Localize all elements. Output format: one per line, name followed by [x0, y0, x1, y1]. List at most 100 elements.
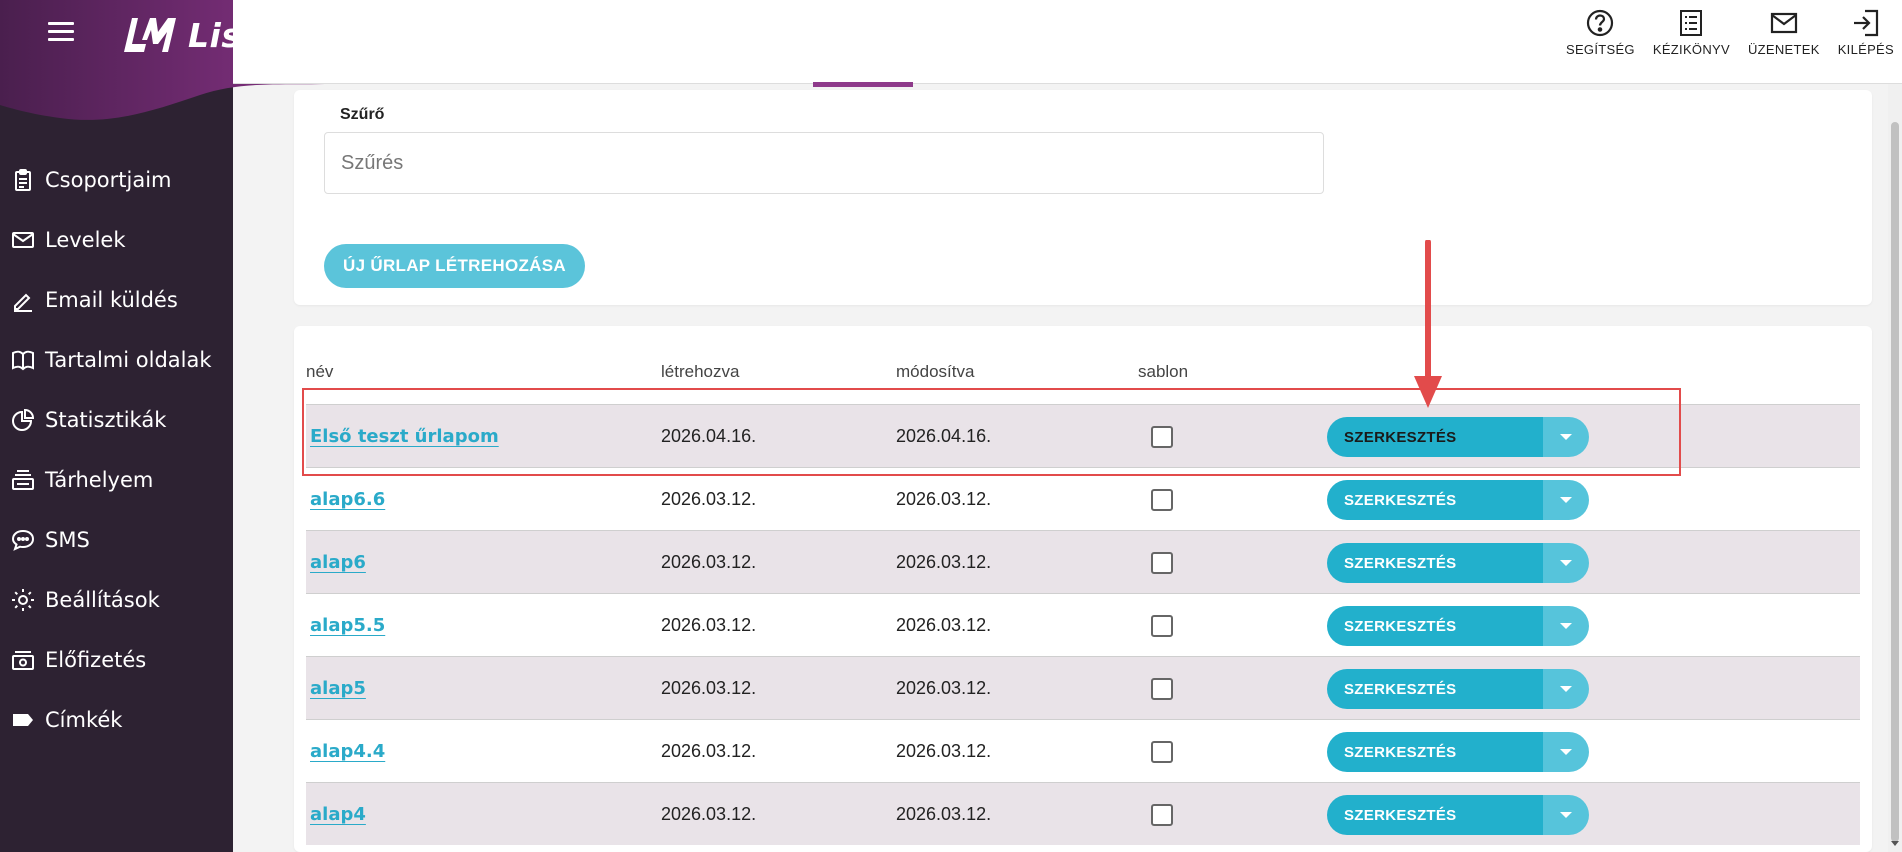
template-checkbox[interactable]: [1151, 614, 1173, 637]
form-name-link[interactable]: alap4.4: [310, 741, 385, 762]
edit-button[interactable]: SZERKESZTÉS: [1327, 669, 1543, 709]
sidebar-item-levelek[interactable]: Levelek: [0, 210, 233, 270]
table-row: Első teszt űrlapom 2026.04.16. 2026.04.1…: [306, 404, 1860, 467]
help-label: SEGÍTSÉG: [1565, 42, 1635, 57]
sidebar-item-label: Címkék: [45, 708, 123, 732]
tag-icon: [10, 707, 36, 733]
brand-name: ListaMester: [188, 15, 413, 55]
top-bar: SEGÍTSÉG KÉZIKÖNYV ÜZENETEK KILÉPÉS: [233, 0, 1902, 87]
logout-icon: [1853, 9, 1878, 37]
template-checkbox[interactable]: [1151, 488, 1173, 511]
table-header: név létrehozva módosítva sablon: [306, 362, 1860, 382]
messages-label: ÜZENETEK: [1747, 42, 1820, 57]
logout-label: KILÉPÉS: [1837, 42, 1894, 57]
caret-down-icon: [1560, 812, 1572, 818]
template-checkbox[interactable]: [1151, 425, 1173, 448]
sidebar-item-label: Statisztikák: [45, 408, 167, 432]
header-modified: módosítva: [896, 362, 975, 381]
modified-date: 2026.03.12.: [896, 804, 992, 824]
caret-down-icon: [1560, 623, 1572, 629]
manual-icon: [1680, 10, 1703, 36]
created-date: 2026.03.12.: [661, 615, 757, 635]
caret-down-icon: [1560, 434, 1572, 440]
form-name-link[interactable]: Első teszt űrlapom: [310, 426, 499, 447]
sidebar-item-elofizetes[interactable]: Előfizetés: [0, 630, 233, 690]
edit-button[interactable]: SZERKESZTÉS: [1327, 417, 1543, 457]
template-checkbox[interactable]: [1151, 551, 1173, 574]
caret-down-icon: [1560, 560, 1572, 566]
sidebar-item-sms[interactable]: SMS: [0, 510, 233, 570]
created-date: 2026.03.12.: [661, 804, 757, 824]
sidebar-item-label: SMS: [45, 528, 90, 552]
caret-down-icon: [1560, 497, 1572, 503]
page-scrollbar[interactable]: [1888, 84, 1902, 852]
help-icon: [1587, 9, 1614, 37]
edit-dropdown-toggle[interactable]: [1543, 795, 1589, 835]
created-date: 2026.04.16.: [661, 426, 757, 446]
created-date: 2026.03.12.: [661, 741, 757, 761]
modified-date: 2026.04.16.: [896, 426, 992, 446]
sidebar-item-tarhelyem[interactable]: Tárhelyem: [0, 450, 233, 510]
sidebar-item-label: Csoportjaim: [45, 168, 172, 192]
edit-dropdown-toggle[interactable]: [1543, 543, 1589, 583]
edit-split-button: SZERKESZTÉS: [1327, 732, 1589, 772]
edit-dropdown-toggle[interactable]: [1543, 669, 1589, 709]
form-name-link[interactable]: alap4: [310, 804, 366, 825]
form-name-link[interactable]: alap6: [310, 552, 366, 573]
header-created: létrehozva: [661, 362, 740, 381]
table-row: alap5 2026.03.12. 2026.03.12. SZERKESZTÉ…: [306, 656, 1860, 719]
sidebar-item-csoportjaim[interactable]: Csoportjaim: [0, 150, 233, 210]
edit-button[interactable]: SZERKESZTÉS: [1327, 480, 1543, 520]
sidebar-item-label: Beállítások: [45, 588, 160, 612]
edit-dropdown-toggle[interactable]: [1543, 480, 1589, 520]
form-name-link[interactable]: alap6.6: [310, 489, 385, 510]
edit-dropdown-toggle[interactable]: [1543, 417, 1589, 457]
manual-label: KÉZIKÖNYV: [1652, 42, 1730, 57]
created-date: 2026.03.12.: [661, 489, 757, 509]
template-checkbox[interactable]: [1151, 803, 1173, 826]
help-link[interactable]: SEGÍTSÉG: [1566, 8, 1635, 57]
gear-icon: [10, 587, 36, 613]
edit-split-button: SZERKESZTÉS: [1327, 606, 1589, 646]
edit-button[interactable]: SZERKESZTÉS: [1327, 732, 1543, 772]
edit-button[interactable]: SZERKESZTÉS: [1327, 543, 1543, 583]
new-form-button[interactable]: ÚJ ŰRLAP LÉTREHOZÁSA: [324, 244, 585, 288]
created-date: 2026.03.12.: [661, 678, 757, 698]
modified-date: 2026.03.12.: [896, 489, 992, 509]
scroll-down-arrow-icon[interactable]: [1891, 841, 1899, 846]
menu-toggle-icon[interactable]: [48, 22, 74, 42]
caret-down-icon: [1560, 686, 1572, 692]
sidebar-item-label: Előfizetés: [45, 648, 147, 672]
sidebar-item-statisztikak[interactable]: Statisztikák: [0, 390, 233, 450]
sidebar-item-label: Email küldés: [45, 288, 178, 312]
created-date: 2026.03.12.: [661, 552, 757, 572]
form-name-link[interactable]: alap5.5: [310, 615, 385, 636]
manual-link[interactable]: KÉZIKÖNYV: [1653, 8, 1730, 57]
sidebar-item-tartalmi-oldalak[interactable]: Tartalmi oldalak: [0, 330, 233, 390]
messages-link[interactable]: ÜZENETEK: [1748, 8, 1820, 57]
book-icon: [10, 347, 36, 373]
active-tab-indicator: [813, 82, 913, 87]
form-name-link[interactable]: alap5: [310, 678, 366, 699]
table-row: alap6.6 2026.03.12. 2026.03.12. SZERKESZ…: [306, 467, 1860, 530]
sidebar-item-email-kuldes[interactable]: Email küldés: [0, 270, 233, 330]
edit-dropdown-toggle[interactable]: [1543, 732, 1589, 772]
modified-date: 2026.03.12.: [896, 615, 992, 635]
edit-dropdown-toggle[interactable]: [1543, 606, 1589, 646]
template-checkbox[interactable]: [1151, 677, 1173, 700]
filter-input[interactable]: [324, 132, 1324, 194]
pie-chart-icon: [10, 407, 36, 433]
forms-table: név létrehozva módosítva sablon Első tes…: [294, 326, 1872, 852]
edit-button[interactable]: SZERKESZTÉS: [1327, 606, 1543, 646]
logout-link[interactable]: KILÉPÉS: [1838, 8, 1894, 57]
sidebar-item-cimkek[interactable]: Címkék: [0, 690, 233, 750]
header-name: név: [306, 362, 334, 381]
brand-logo[interactable]: ListaMester: [120, 10, 413, 60]
sidebar: ListaMester Csoportjaim Levelek Email kü…: [0, 0, 480, 852]
template-checkbox[interactable]: [1151, 740, 1173, 763]
scrollbar-thumb[interactable]: [1891, 122, 1899, 842]
sidebar-item-beallitasok[interactable]: Beállítások: [0, 570, 233, 630]
edit-button[interactable]: SZERKESZTÉS: [1327, 795, 1543, 835]
edit-split-button: SZERKESZTÉS: [1327, 417, 1589, 457]
sidebar-item-label: Tárhelyem: [45, 468, 154, 492]
